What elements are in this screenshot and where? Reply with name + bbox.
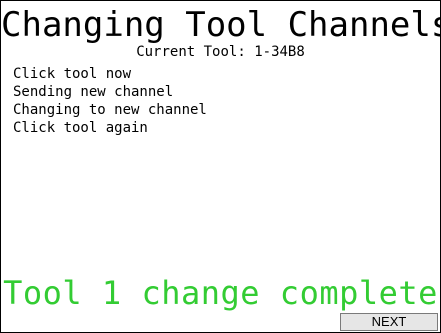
page-title: Changing Tool Channels: [1, 5, 441, 45]
status-message: Tool 1 change complete: [3, 274, 438, 312]
tool-channel-screen: Changing Tool Channels Current Tool: 1-3…: [0, 0, 441, 333]
log-line: Click tool again: [13, 120, 148, 136]
current-tool-label: Current Tool: 1-34B8: [136, 44, 305, 60]
log-line: Click tool now: [13, 66, 132, 82]
progress-log: Click tool now Sending new channel Chang…: [13, 65, 207, 137]
log-line: Changing to new channel: [13, 102, 207, 118]
next-button[interactable]: NEXT: [340, 313, 438, 331]
log-line: Sending new channel: [13, 84, 174, 100]
